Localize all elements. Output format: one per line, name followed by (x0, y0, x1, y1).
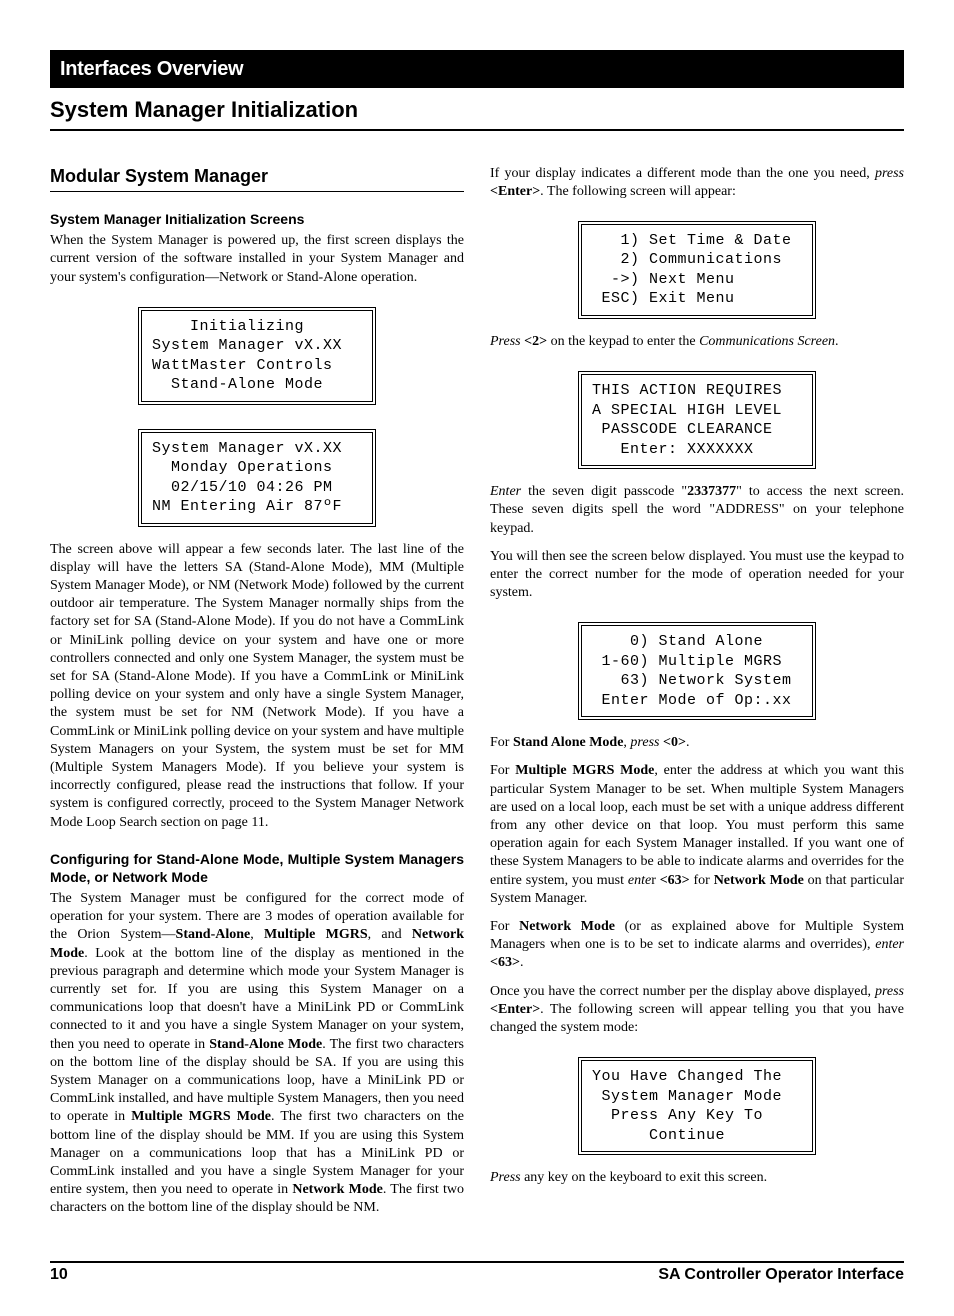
lcd-menu: 1) Set Time & Date 2) Communications ->)… (578, 221, 816, 319)
para-keypad: You will then see the screen below displ… (490, 548, 904, 603)
page-title: System Manager Initialization (50, 96, 904, 131)
content-columns: Modular System Manager System Manager In… (50, 135, 904, 1228)
left-column: Modular System Manager System Manager In… (50, 135, 464, 1228)
heading-configuring: Configuring for Stand-Alone Mode, Multip… (50, 850, 464, 886)
heading-modular: Modular System Manager (50, 165, 464, 192)
para-exit: Press any key on the keyboard to exit th… (490, 1169, 904, 1187)
para-modes-explain: The screen above will appear a few secon… (50, 541, 464, 832)
footer-title: SA Controller Operator Interface (658, 1265, 904, 1286)
section-bar: Interfaces Overview (50, 50, 904, 88)
para-passcode: Enter the seven digit passcode "2337377"… (490, 483, 904, 538)
page-footer: 10 SA Controller Operator Interface (50, 1261, 904, 1286)
para-config: The System Manager must be configured fo… (50, 890, 464, 1217)
right-column: If your display indicates a different mo… (490, 165, 904, 1228)
para-confirm: Once you have the correct number per the… (490, 983, 904, 1038)
lcd-initializing: Initializing System Manager vX.XX WattMa… (138, 307, 376, 405)
para-network: For Network Mode (or as explained above … (490, 918, 904, 973)
para-multiple: For Multiple MGRS Mode, enter the addres… (490, 762, 904, 908)
lcd-mode-select: 0) Stand Alone 1-60) Multiple MGRS 63) N… (578, 622, 816, 720)
para-press-2: Press <2> on the keypad to enter the Com… (490, 333, 904, 351)
page-number: 10 (50, 1265, 68, 1286)
lcd-status: System Manager vX.XX Monday Operations 0… (138, 429, 376, 527)
lcd-passcode: THIS ACTION REQUIRES A SPECIAL HIGH LEVE… (578, 371, 816, 469)
lcd-changed: You Have Changed The System Manager Mode… (578, 1057, 816, 1155)
heading-init-screens: System Manager Initialization Screens (50, 210, 464, 228)
para-intro: When the System Manager is powered up, t… (50, 232, 464, 287)
para-press-enter: If your display indicates a different mo… (490, 165, 904, 201)
para-standalone: For Stand Alone Mode, press <0>. (490, 734, 904, 752)
